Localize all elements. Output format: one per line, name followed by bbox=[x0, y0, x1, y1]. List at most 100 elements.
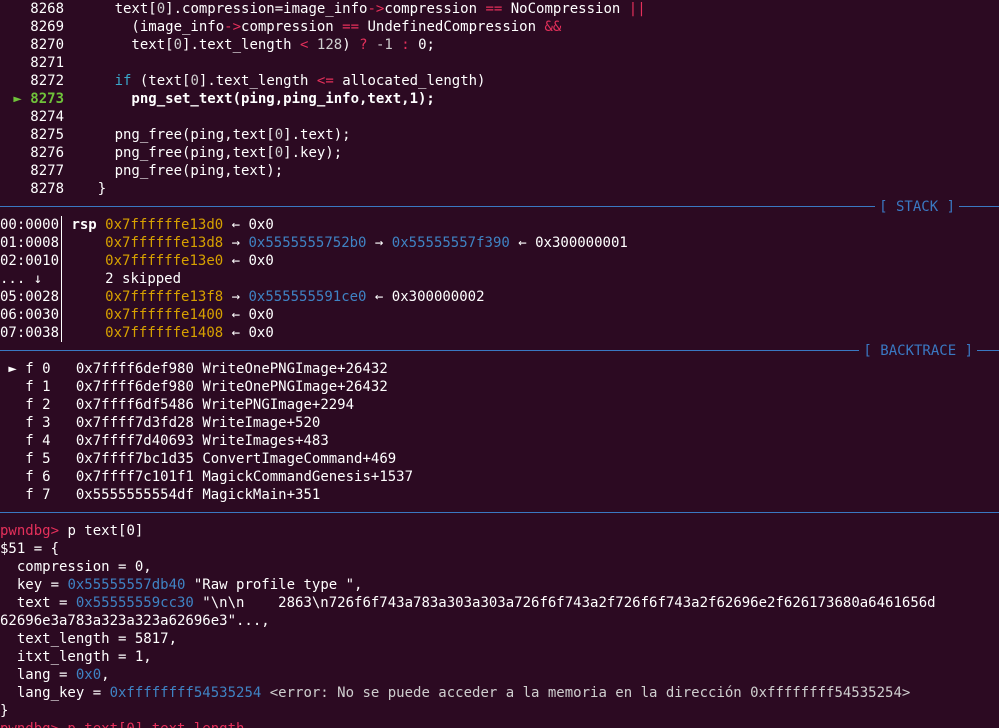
next-command-line: pwndbg> p text[0].text_length bbox=[0, 720, 999, 728]
prompt: pwndbg> bbox=[0, 523, 60, 539]
line-number: 8274 bbox=[30, 109, 64, 125]
frame-indent bbox=[0, 469, 25, 485]
stack-offset: 01:0008 bbox=[0, 235, 60, 251]
frame-function: WriteOnePNGImage+26432 bbox=[202, 379, 388, 395]
register-name bbox=[63, 289, 105, 305]
stack-offset: 07:0038 bbox=[0, 325, 60, 341]
output-line: compression = 0, bbox=[0, 559, 152, 575]
backtrace-frame[interactable]: f 7 0x5555555554df MagickMain+351 bbox=[0, 486, 999, 504]
pointer-value: 0x0 bbox=[248, 325, 274, 341]
output-line: lang_key = 0xffffffff54535254 <error: No… bbox=[0, 685, 911, 701]
frame-number: f 3 bbox=[25, 415, 76, 431]
stack-address: 0x7ffffffe1408 bbox=[105, 325, 224, 341]
backtrace-frame[interactable]: f 3 0x7ffff7d3fd28 WriteImage+520 bbox=[0, 414, 999, 432]
stack-offset: 00:0000 bbox=[0, 217, 60, 233]
source-code: png_free(ping,text[0].text); bbox=[64, 127, 351, 143]
backtrace-frame[interactable]: f 6 0x7ffff7c101f1 MagickCommandGenesis+… bbox=[0, 468, 999, 486]
column-divider bbox=[61, 234, 63, 252]
source-code: } bbox=[64, 181, 107, 197]
lang-key-address: 0xffffffff54535254 bbox=[109, 685, 262, 701]
frame-address: 0x7ffff6def980 bbox=[75, 379, 203, 395]
stack-row: 06:0030 0x7ffffffe1400 ← 0x0 bbox=[0, 306, 999, 324]
arrow-left-icon: ← bbox=[509, 235, 536, 251]
skipped-note: 2 skipped bbox=[105, 271, 182, 287]
source-line: 8271 bbox=[0, 54, 999, 72]
source-line: 8270 text[0].text_length < 128) ? -1 : 0… bbox=[0, 36, 999, 54]
stack-row: ... ↓ 2 skipped bbox=[0, 270, 999, 288]
line-number: 8271 bbox=[30, 55, 64, 71]
line-number: 8275 bbox=[30, 127, 64, 143]
frame-function: WriteImages+483 bbox=[202, 433, 329, 449]
error-message: <error: No se puede acceder a la memoria… bbox=[261, 685, 911, 701]
frame-address: 0x5555555554df bbox=[75, 487, 203, 503]
register-name bbox=[63, 325, 105, 341]
source-line: 8276 png_free(ping,text[0].key); bbox=[0, 144, 999, 162]
stack-row: 01:0008 0x7ffffffe13d8 → 0x5555555752b0 … bbox=[0, 234, 999, 252]
arrow-right-icon: → bbox=[223, 235, 249, 251]
output-line: 62696e3a783a323a323a62696e3"..., bbox=[0, 613, 270, 629]
line-number: 8278 bbox=[30, 181, 64, 197]
arrow-left-icon: ← bbox=[366, 289, 392, 305]
frame-address: 0x7ffff7c101f1 bbox=[75, 469, 203, 485]
frame-indent bbox=[0, 451, 25, 467]
column-divider bbox=[61, 270, 63, 288]
register-name bbox=[63, 253, 105, 269]
source-code: png_set_text(ping,ping_info,text,1); bbox=[64, 91, 435, 107]
column-divider bbox=[61, 216, 63, 234]
register-name bbox=[63, 307, 105, 323]
register-name bbox=[63, 235, 105, 251]
frame-number: f 7 bbox=[25, 487, 76, 503]
frame-number: f 0 bbox=[25, 361, 76, 377]
frame-number: f 4 bbox=[25, 433, 76, 449]
arrow-right-icon: → bbox=[366, 235, 392, 251]
backtrace-frame[interactable]: f 5 0x7ffff7bc1d35 ConvertImageCommand+4… bbox=[0, 450, 999, 468]
stack-address: 0x7ffffffe13d0 bbox=[105, 217, 224, 233]
source-code bbox=[64, 109, 81, 125]
frame-number: f 1 bbox=[25, 379, 76, 395]
stack-offset: 05:0028 bbox=[0, 289, 60, 305]
arrow-left-icon: ← bbox=[223, 307, 249, 323]
frame-function: MagickCommandGenesis+1537 bbox=[202, 469, 414, 485]
frame-indent bbox=[0, 397, 25, 413]
source-code: (image_info->compression == UndefinedCom… bbox=[64, 19, 562, 35]
stack-view: 00:0000 rsp 0x7ffffffe13d0 ← 0x0 01:0008 … bbox=[0, 216, 999, 342]
source-line: 8274 bbox=[0, 108, 999, 126]
register-name bbox=[63, 271, 105, 287]
arrow-left-icon: ← bbox=[223, 325, 249, 341]
stack-address: 0x7ffffffe13f8 bbox=[105, 289, 224, 305]
source-line: 8269 (image_info->compression == Undefin… bbox=[0, 18, 999, 36]
frame-function: MagickMain+351 bbox=[202, 487, 321, 503]
line-number: 8277 bbox=[30, 163, 64, 179]
frame-address: 0x7ffff7d40693 bbox=[75, 433, 203, 449]
output-line: $51 = { bbox=[0, 541, 60, 557]
command-line[interactable]: pwndbg> p text[0] bbox=[0, 522, 999, 540]
current-frame-icon: ► bbox=[0, 361, 26, 377]
backtrace-frame[interactable]: f 1 0x7ffff6def980 WriteOnePNGImage+2643… bbox=[0, 378, 999, 396]
source-code: png_free(ping,text[0].key); bbox=[64, 145, 343, 161]
pointer-value: 0x0 bbox=[248, 253, 274, 269]
pointer-value: 0x0 bbox=[248, 307, 274, 323]
text-address: 0x55555559cc30 bbox=[75, 595, 194, 611]
line-number: 8268 bbox=[30, 1, 64, 17]
command-text: p text[0] bbox=[59, 523, 144, 539]
backtrace-frame[interactable]: f 4 0x7ffff7d40693 WriteImages+483 bbox=[0, 432, 999, 450]
arrow-left-icon: ← bbox=[223, 217, 249, 233]
frame-number: f 5 bbox=[25, 451, 76, 467]
stack-address: 0x7ffffffe13d8 bbox=[105, 235, 224, 251]
source-code: text[0].text_length < 128) ? -1 : 0; bbox=[64, 37, 435, 53]
stack-address: 0x7ffffffe1400 bbox=[105, 307, 224, 323]
column-divider bbox=[61, 252, 63, 270]
backtrace-frame[interactable]: f 2 0x7ffff6df5486 WritePNGImage+2294 bbox=[0, 396, 999, 414]
source-line: 8275 png_free(ping,text[0].text); bbox=[0, 126, 999, 144]
stack-address: 0x7ffffffe13e0 bbox=[105, 253, 224, 269]
pointer-value: 0x0 bbox=[248, 217, 274, 233]
key-address: 0x55555557db40 bbox=[67, 577, 186, 593]
terminal[interactable]: 8268 text[0].compression=image_info->com… bbox=[0, 0, 999, 728]
stack-row: 00:0000 rsp 0x7ffffffe13d0 ← 0x0 bbox=[0, 216, 999, 234]
source-view: 8268 text[0].compression=image_info->com… bbox=[0, 0, 999, 198]
backtrace-frame[interactable]: ► f 0 0x7ffff6def980 WriteOnePNGImage+26… bbox=[0, 360, 999, 378]
frame-address: 0x7ffff6def980 bbox=[75, 361, 203, 377]
frame-function: WritePNGImage+2294 bbox=[202, 397, 355, 413]
line-number: 8272 bbox=[30, 73, 64, 89]
backtrace-view: ► f 0 0x7ffff6def980 WriteOnePNGImage+26… bbox=[0, 360, 999, 504]
